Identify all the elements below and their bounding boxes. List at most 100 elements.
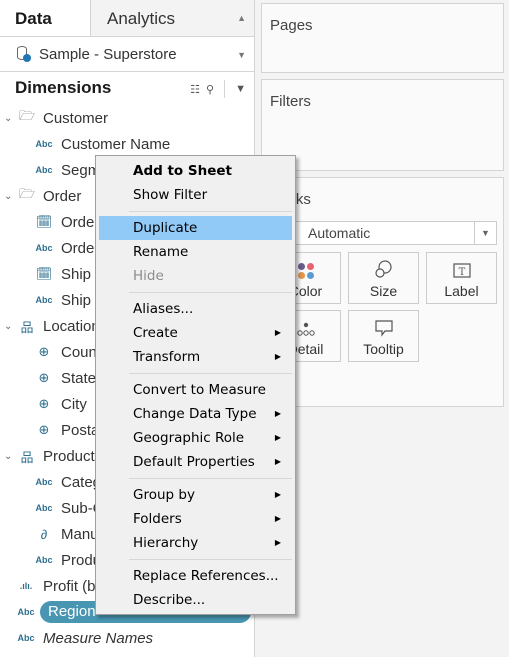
tree-label: State — [61, 369, 97, 387]
menu-item-label: Group by — [133, 487, 195, 503]
hierarchy-icon: 品 — [20, 449, 34, 465]
menu-item-rename[interactable]: Rename — [96, 240, 295, 264]
list-view-icon[interactable]: ☷ — [190, 83, 200, 96]
menu-item-label: Geographic Role — [133, 430, 245, 446]
size-icon — [349, 253, 418, 281]
menu-item-aliases[interactable]: Aliases... — [96, 297, 295, 321]
menu-item-label: Show Filter — [133, 187, 208, 203]
tree-label: City — [61, 395, 87, 413]
color-dot — [297, 272, 305, 279]
menu-item-label: Hide — [133, 268, 164, 284]
tree-label: Customer — [43, 109, 109, 127]
menu-item-show-filter[interactable]: Show Filter — [96, 183, 295, 207]
menu-item-label: Add to Sheet — [133, 163, 233, 179]
data-source[interactable]: Sample - Superstore — [0, 37, 254, 72]
tree-label: Order — [43, 187, 82, 205]
submenu-arrow-icon: ▶ — [274, 490, 281, 499]
globe-icon: ⊕ — [38, 396, 50, 411]
abc-icon: Abc — [35, 139, 53, 149]
size-label: Size — [369, 283, 398, 299]
folder-icon: 🗁 — [18, 186, 36, 201]
submenu-arrow-icon: ▶ — [274, 328, 281, 337]
paperclip-icon: ∂ — [40, 526, 48, 542]
menu-item-describe[interactable]: Describe... — [96, 588, 295, 612]
tree-label: Measure Names — [43, 629, 154, 647]
menu-item-folders[interactable]: Folders ▶ — [96, 507, 295, 531]
svg-text:T: T — [458, 267, 465, 278]
menu-item-create[interactable]: Create ▶ — [96, 321, 295, 345]
data-source-name: Sample - Superstore — [39, 45, 177, 63]
folder-icon: 🗁 — [18, 108, 36, 123]
abc-icon: Abc — [35, 295, 53, 305]
pane-tabs: Data Analytics ▲ ▼ — [0, 0, 254, 60]
menu-item-label: Default Properties — [133, 454, 255, 470]
tab-data[interactable]: Data — [0, 0, 90, 36]
dropdown-arrow-icon: ▼ — [474, 222, 496, 244]
tree-folder[interactable]: ⌄ 🗁 Customer — [0, 105, 255, 131]
menu-item-replace-references[interactable]: Replace References... — [96, 564, 295, 588]
chevron-down-icon[interactable]: ⌄ — [4, 191, 16, 202]
menu-item-add-to-sheet[interactable]: Add to Sheet — [96, 159, 295, 183]
bin-icon: .ılı. — [19, 581, 33, 591]
abc-icon: Abc — [17, 633, 35, 643]
menu-item-default-properties[interactable]: Default Properties ▶ — [96, 450, 295, 474]
menu-separator — [129, 478, 292, 479]
database-icon — [17, 46, 31, 62]
submenu-arrow-icon: ▶ — [274, 352, 281, 361]
chevron-down-icon[interactable]: ⌄ — [4, 113, 16, 124]
menu-item-duplicate[interactable]: Duplicate — [99, 216, 292, 240]
abc-icon: Abc — [35, 503, 53, 513]
abc-icon: Abc — [35, 165, 53, 175]
tree-field[interactable]: Abc Measure Names — [0, 625, 255, 651]
search-icon[interactable]: ⚲ — [206, 83, 214, 96]
submenu-arrow-icon: ▶ — [274, 514, 281, 523]
color-dots-icon — [297, 263, 314, 279]
chevron-down-icon[interactable]: ▼ — [235, 83, 246, 95]
menu-item-label: Folders — [133, 511, 182, 527]
pages-shelf[interactable]: Pages — [261, 3, 504, 73]
menu-item-hierarchy[interactable]: Hierarchy ▶ — [96, 531, 295, 555]
submenu-arrow-icon: ▶ — [274, 409, 281, 418]
mark-type-select[interactable]: Automatic ▼ — [270, 221, 497, 245]
dimensions-title: Dimensions — [15, 78, 112, 97]
size-button[interactable]: Size — [348, 252, 419, 304]
menu-item-transform[interactable]: Transform ▶ — [96, 345, 295, 369]
tooltip-button[interactable]: Tooltip — [348, 310, 419, 362]
pages-title: Pages — [270, 17, 313, 34]
globe-icon: ⊕ — [38, 344, 50, 359]
tree-label: Customer Name — [61, 135, 171, 153]
menu-item-group-by[interactable]: Group by ▶ — [96, 483, 295, 507]
submenu-arrow-icon: ▶ — [274, 538, 281, 547]
calendar-icon: 🗓 — [35, 214, 53, 229]
abc-icon: Abc — [35, 243, 53, 253]
abc-icon: Abc — [35, 477, 53, 487]
tree-field[interactable]: Abc Customer Name — [0, 131, 255, 157]
label-label: Label — [444, 283, 479, 299]
submenu-arrow-icon: ▶ — [274, 457, 281, 466]
chevron-down-icon[interactable]: ⌄ — [4, 321, 16, 332]
menu-item-label: Convert to Measure — [133, 382, 266, 398]
menu-item-label: Aliases... — [133, 301, 194, 317]
tab-analytics[interactable]: Analytics ▲ ▼ — [90, 0, 254, 60]
marks-card: Marks Automatic ▼ Color Size T Label Det… — [261, 177, 504, 407]
label-button[interactable]: T Label — [426, 252, 497, 304]
tab-analytics-label: Analytics — [107, 9, 176, 28]
tree-label: Product — [43, 447, 95, 465]
menu-item-change-data-type[interactable]: Change Data Type ▶ — [96, 402, 295, 426]
text-label-icon: T — [427, 253, 496, 281]
updown-icon: ▲ ▼ — [237, 13, 246, 60]
menu-separator — [129, 292, 292, 293]
dimensions-header: Dimensions ☷ ⚲ ▼ — [0, 72, 254, 104]
menu-item-convert-to-measure[interactable]: Convert to Measure — [96, 378, 295, 402]
hierarchy-icon: 品 — [20, 319, 34, 335]
globe-icon: ⊕ — [38, 370, 50, 385]
menu-item-geographic-role[interactable]: Geographic Role ▶ — [96, 426, 295, 450]
menu-item-label: Hierarchy — [133, 535, 199, 551]
menu-item-label: Duplicate — [133, 220, 198, 236]
chevron-down-icon[interactable]: ⌄ — [4, 451, 16, 462]
color-dot — [297, 263, 305, 270]
divider — [224, 80, 226, 98]
abc-icon: Abc — [17, 607, 35, 617]
color-dot — [306, 263, 314, 270]
filters-shelf[interactable]: Filters — [261, 79, 504, 171]
